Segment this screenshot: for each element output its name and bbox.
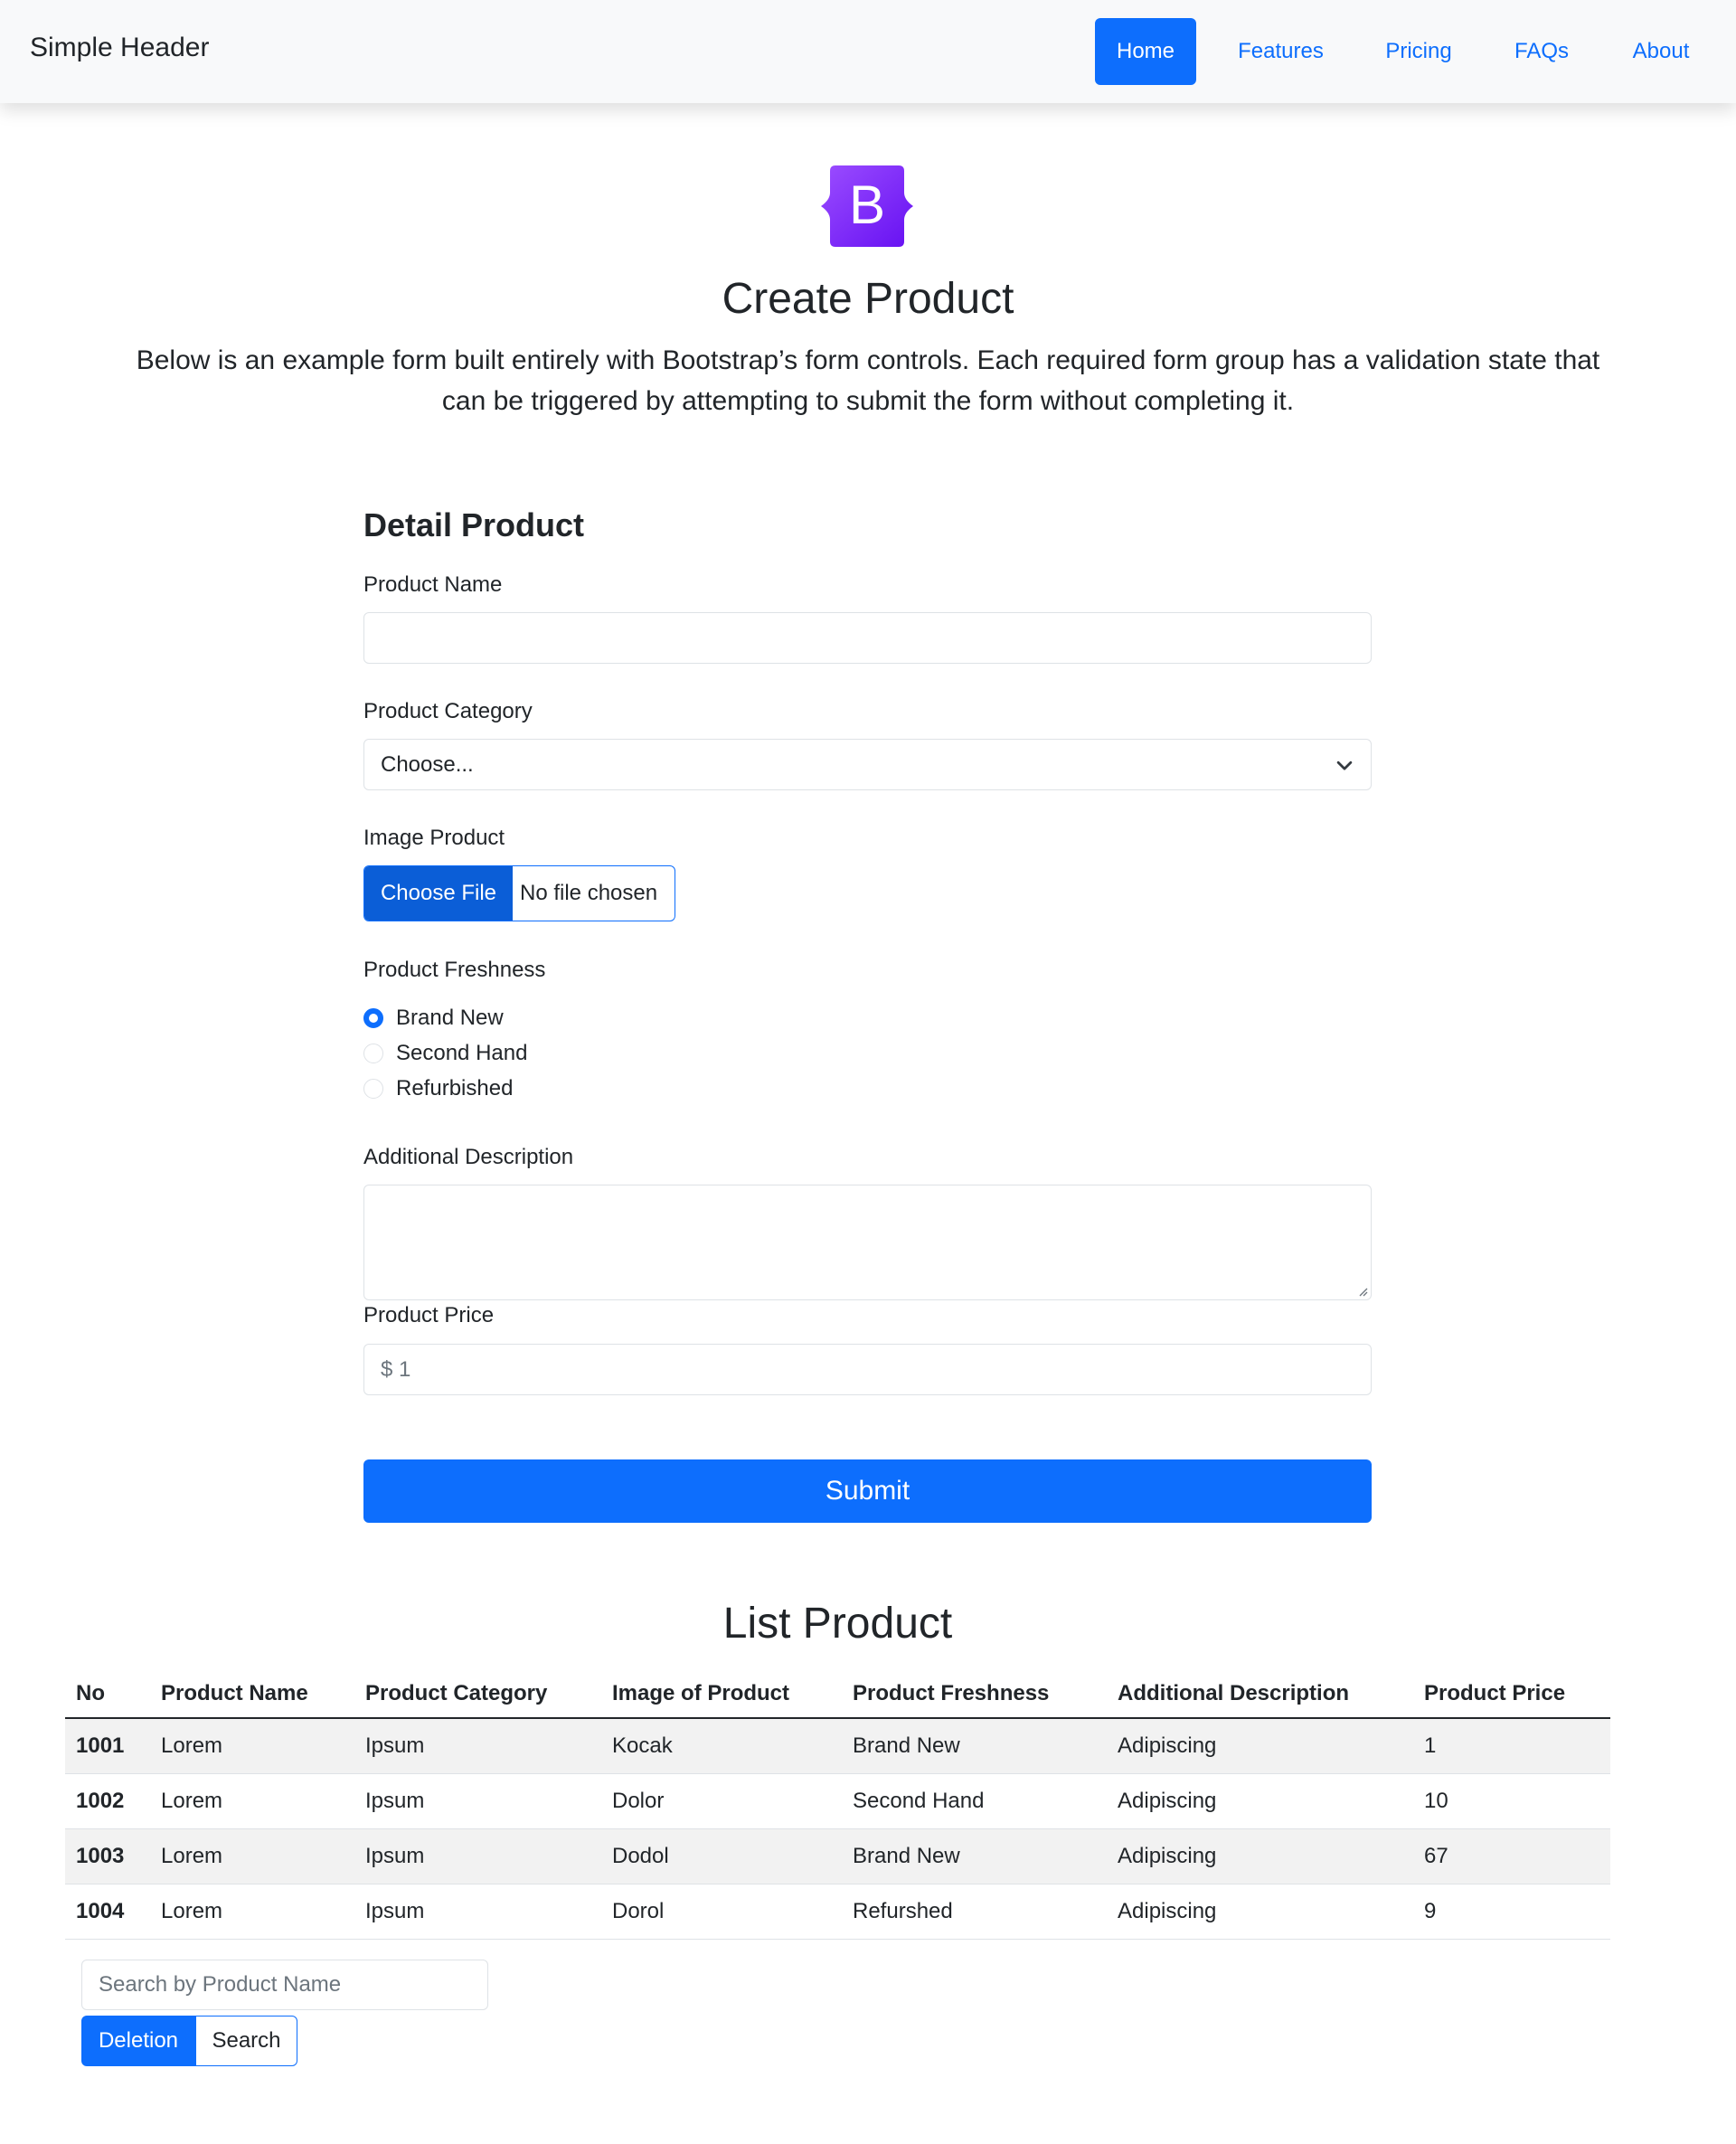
- radio-unchecked-icon[interactable]: [363, 1044, 383, 1063]
- nav-home[interactable]: Home: [1095, 18, 1196, 85]
- cell-product-name: Lorem: [150, 1828, 354, 1884]
- cell-no: 1002: [65, 1773, 150, 1829]
- deletion-button[interactable]: Deletion: [81, 2016, 195, 2066]
- product-category-select[interactable]: Choose...: [363, 739, 1372, 790]
- product-price-input[interactable]: [363, 1344, 1372, 1395]
- nav-pricing[interactable]: Pricing: [1365, 18, 1472, 85]
- cell-additional-description: Adipiscing: [1107, 1718, 1413, 1774]
- table-row: 1001 Lorem Ipsum Kocak Brand New Adipisc…: [65, 1718, 1610, 1774]
- file-status: No file chosen: [520, 881, 658, 905]
- resize-handle-icon[interactable]: [1357, 1286, 1368, 1297]
- radio-checked-icon[interactable]: [363, 1008, 383, 1028]
- logo-letter: B: [849, 175, 885, 235]
- search-button[interactable]: Search: [195, 2016, 297, 2066]
- image-product-label: Image Product: [363, 826, 505, 850]
- radio-unchecked-icon[interactable]: [363, 1079, 383, 1099]
- cell-product-name: Lorem: [150, 1884, 354, 1940]
- submit-button[interactable]: Submit: [363, 1459, 1372, 1523]
- table-row: 1004 Lorem Ipsum Dorol Refurshed Adipisc…: [65, 1884, 1610, 1940]
- product-category-label: Product Category: [363, 699, 533, 723]
- col-product-name: Product Name: [150, 1669, 354, 1719]
- cell-product-name: Lorem: [150, 1773, 354, 1829]
- cell-product-price: 1: [1413, 1718, 1610, 1774]
- list-product-heading: List Product: [722, 1600, 953, 1648]
- detail-product-heading: Detail Product: [363, 506, 585, 543]
- cell-additional-description: Adipiscing: [1107, 1773, 1413, 1829]
- table-header-row: No Product Name Product Category Image o…: [65, 1669, 1610, 1719]
- cell-additional-description: Adipiscing: [1107, 1828, 1413, 1884]
- product-table: No Product Name Product Category Image o…: [65, 1669, 1610, 1940]
- radio-label: Refurbished: [396, 1076, 514, 1100]
- cell-product-category: Ipsum: [354, 1718, 601, 1774]
- nav-features[interactable]: Features: [1221, 18, 1341, 85]
- col-product-category: Product Category: [354, 1669, 601, 1719]
- cell-image-of-product: Dolor: [601, 1773, 842, 1829]
- col-product-freshness: Product Freshness: [842, 1669, 1107, 1719]
- cell-no: 1004: [65, 1884, 150, 1940]
- nav-faqs[interactable]: FAQs: [1496, 18, 1587, 85]
- radio-second-hand[interactable]: Second Hand: [363, 1041, 527, 1066]
- cell-product-freshness: Second Hand: [842, 1773, 1107, 1829]
- radio-refurbished[interactable]: Refurbished: [363, 1076, 513, 1101]
- page-title: Create Product: [722, 275, 1014, 323]
- col-no: No: [65, 1669, 150, 1719]
- product-name-input[interactable]: [363, 612, 1372, 664]
- cell-product-freshness: Brand New: [842, 1718, 1107, 1774]
- product-freshness-label: Product Freshness: [363, 958, 546, 982]
- search-input[interactable]: [81, 1960, 488, 2010]
- cell-product-price: 10: [1413, 1773, 1610, 1829]
- cell-no: 1003: [65, 1828, 150, 1884]
- col-additional-description: Additional Description: [1107, 1669, 1413, 1719]
- top-navbar: Simple Header Home Features Pricing FAQs…: [0, 0, 1736, 103]
- bootstrap-logo-icon: B: [821, 165, 913, 247]
- brand-title[interactable]: Simple Header: [30, 33, 209, 63]
- cell-product-category: Ipsum: [354, 1884, 601, 1940]
- cell-product-category: Ipsum: [354, 1773, 601, 1829]
- radio-brand-new[interactable]: Brand New: [363, 1006, 504, 1031]
- radio-label: Brand New: [396, 1006, 504, 1030]
- cell-product-price: 9: [1413, 1884, 1610, 1940]
- cell-image-of-product: Dorol: [601, 1884, 842, 1940]
- table-row: 1002 Lorem Ipsum Dolor Second Hand Adipi…: [65, 1773, 1610, 1829]
- cell-product-freshness: Refurshed: [842, 1884, 1107, 1940]
- cell-additional-description: Adipiscing: [1107, 1884, 1413, 1940]
- table-row: 1003 Lorem Ipsum Dodol Brand New Adipisc…: [65, 1828, 1610, 1884]
- cell-image-of-product: Dodol: [601, 1828, 842, 1884]
- cell-no: 1001: [65, 1718, 150, 1774]
- page-lead: Below is an example form built entirely …: [136, 345, 1600, 416]
- chevron-down-icon: [1336, 760, 1353, 770]
- cell-product-freshness: Brand New: [842, 1828, 1107, 1884]
- cell-image-of-product: Kocak: [601, 1718, 842, 1774]
- choose-file-button[interactable]: Choose File: [364, 866, 513, 921]
- cell-product-name: Lorem: [150, 1718, 354, 1774]
- col-product-price: Product Price: [1413, 1669, 1610, 1719]
- image-file-input[interactable]: Choose File No file chosen: [363, 865, 675, 921]
- action-button-group: Deletion Search: [81, 2016, 297, 2066]
- nav-about[interactable]: About: [1611, 18, 1711, 85]
- cell-product-price: 67: [1413, 1828, 1610, 1884]
- additional-description-textarea[interactable]: [363, 1185, 1372, 1300]
- product-category-value: Choose...: [381, 751, 474, 777]
- col-image-of-product: Image of Product: [601, 1669, 842, 1719]
- radio-label: Second Hand: [396, 1041, 528, 1065]
- product-name-label: Product Name: [363, 572, 503, 597]
- additional-description-label: Additional Description: [363, 1145, 574, 1169]
- cell-product-category: Ipsum: [354, 1828, 601, 1884]
- product-price-label: Product Price: [363, 1303, 495, 1327]
